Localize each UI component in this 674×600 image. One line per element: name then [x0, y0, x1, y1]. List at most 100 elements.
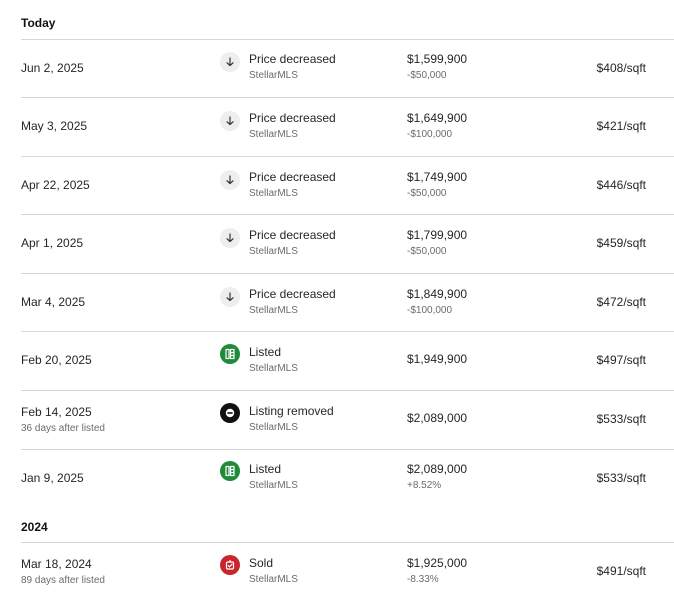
price-value: $1,599,900	[407, 52, 468, 66]
price-change: -$50,000	[407, 188, 447, 199]
price-per-sqft: $459/sqft	[596, 236, 646, 250]
removed-minus-icon	[220, 403, 240, 423]
price-per-sqft: $497/sqft	[596, 353, 646, 367]
event-source: StellarMLS	[249, 70, 298, 81]
event-cell: Listed StellarMLS	[249, 462, 298, 492]
history-row: Feb 20, 2025 Listed StellarMLS $1,949,90…	[0, 331, 674, 389]
price-change: -$50,000	[407, 246, 447, 257]
days-after-listed: 36 days after listed	[21, 422, 105, 434]
event-cell: Sold StellarMLS	[249, 556, 298, 586]
price-cell: $1,925,000 -8.33%	[407, 556, 467, 586]
price-cell: $1,599,900 -$50,000	[407, 52, 467, 82]
date-cell: Feb 20, 2025	[21, 331, 92, 389]
price-value: $1,925,000	[407, 556, 468, 570]
price-per-sqft: $446/sqft	[596, 178, 646, 192]
event-date: Jun 2, 2025	[21, 61, 84, 75]
event-cell: Price decreased StellarMLS	[249, 228, 336, 258]
event-source: StellarMLS	[249, 574, 298, 585]
days-after-listed: 89 days after listed	[21, 574, 105, 586]
section-header-today: Today	[21, 16, 56, 30]
event-date: May 3, 2025	[21, 119, 88, 133]
date-cell: Feb 14, 2025 36 days after listed	[21, 390, 105, 448]
price-value: $1,849,900	[407, 287, 468, 301]
event-date: Apr 22, 2025	[21, 178, 90, 192]
price-cell: $1,849,900 -$100,000	[407, 287, 467, 317]
price-value: $1,649,900	[407, 111, 468, 125]
price-value: $1,749,900	[407, 170, 468, 184]
price-value: $1,949,900	[407, 352, 468, 366]
history-row: Mar 4, 2025 Price decreased StellarMLS $…	[0, 273, 674, 331]
history-row: Apr 22, 2025 Price decreased StellarMLS …	[0, 156, 674, 214]
event-source: StellarMLS	[249, 129, 298, 140]
history-row: Apr 1, 2025 Price decreased StellarMLS $…	[0, 214, 674, 272]
listed-tag-icon	[220, 461, 240, 481]
history-row: Mar 18, 2024 89 days after listed Sold S…	[0, 542, 674, 600]
event-type: Listed	[249, 345, 282, 359]
event-source: StellarMLS	[249, 422, 298, 433]
event-date: Feb 20, 2025	[21, 353, 92, 367]
event-cell: Price decreased StellarMLS	[249, 170, 336, 200]
price-change: -8.33%	[407, 574, 439, 585]
date-cell: Jun 2, 2025	[21, 39, 84, 97]
event-type: Price decreased	[249, 111, 336, 125]
price-value: $2,089,000	[407, 462, 468, 476]
history-row: Feb 14, 2025 36 days after listed Listin…	[0, 390, 674, 448]
price-cell: $1,649,900 -$100,000	[407, 111, 467, 141]
event-type: Sold	[249, 556, 274, 570]
event-type: Listing removed	[249, 404, 334, 418]
event-date: Feb 14, 2025	[21, 404, 92, 419]
price-per-sqft: $421/sqft	[596, 119, 646, 133]
price-value: $1,799,900	[407, 228, 468, 242]
event-source: StellarMLS	[249, 246, 298, 257]
event-type: Price decreased	[249, 52, 336, 66]
event-type: Listed	[249, 462, 282, 476]
date-cell: Jan 9, 2025	[21, 449, 84, 507]
price-change: -$100,000	[407, 305, 453, 316]
event-source: StellarMLS	[249, 480, 298, 491]
arrow-down-icon	[220, 111, 240, 131]
event-type: Price decreased	[249, 228, 336, 242]
event-source: StellarMLS	[249, 305, 298, 316]
date-cell: Apr 22, 2025	[21, 156, 90, 214]
price-cell: $2,089,000 +8.52%	[407, 462, 467, 492]
price-change: -$50,000	[407, 70, 447, 81]
price-value: $2,089,000	[407, 411, 468, 425]
event-date: Jan 9, 2025	[21, 471, 84, 485]
arrow-down-icon	[220, 228, 240, 248]
price-per-sqft: $533/sqft	[596, 471, 646, 485]
event-cell: Listed StellarMLS	[249, 345, 298, 375]
date-cell: Apr 1, 2025	[21, 214, 83, 272]
price-cell: $1,949,900	[407, 352, 467, 366]
section-header-2024: 2024	[21, 520, 48, 534]
price-per-sqft: $491/sqft	[596, 564, 646, 578]
event-cell: Price decreased StellarMLS	[249, 52, 336, 82]
price-change: +8.52%	[407, 480, 442, 491]
event-type: Price decreased	[249, 170, 336, 184]
event-type: Price decreased	[249, 287, 336, 301]
date-cell: May 3, 2025	[21, 97, 87, 155]
price-per-sqft: $533/sqft	[596, 412, 646, 426]
event-cell: Listing removed StellarMLS	[249, 404, 334, 434]
event-cell: Price decreased StellarMLS	[249, 111, 336, 141]
history-row: Jan 9, 2025 Listed StellarMLS $2,089,000…	[0, 449, 674, 507]
date-cell: Mar 18, 2024 89 days after listed	[21, 542, 105, 600]
price-per-sqft: $472/sqft	[596, 295, 646, 309]
date-cell: Mar 4, 2025	[21, 273, 85, 331]
price-change: -$100,000	[407, 129, 453, 140]
event-date: Mar 4, 2025	[21, 295, 86, 309]
history-row: Jun 2, 2025 Price decreased StellarMLS $…	[0, 39, 674, 97]
event-source: StellarMLS	[249, 188, 298, 199]
arrow-down-icon	[220, 52, 240, 72]
event-date: Mar 18, 2024	[21, 556, 92, 571]
arrow-down-icon	[220, 287, 240, 307]
history-row: May 3, 2025 Price decreased StellarMLS $…	[0, 97, 674, 155]
price-cell: $1,799,900 -$50,000	[407, 228, 467, 258]
listed-tag-icon	[220, 344, 240, 364]
event-source: StellarMLS	[249, 363, 298, 374]
price-cell: $2,089,000	[407, 411, 467, 425]
price-per-sqft: $408/sqft	[596, 61, 646, 75]
event-date: Apr 1, 2025	[21, 236, 84, 250]
arrow-down-icon	[220, 170, 240, 190]
price-cell: $1,749,900 -$50,000	[407, 170, 467, 200]
sold-tag-icon	[220, 555, 240, 575]
